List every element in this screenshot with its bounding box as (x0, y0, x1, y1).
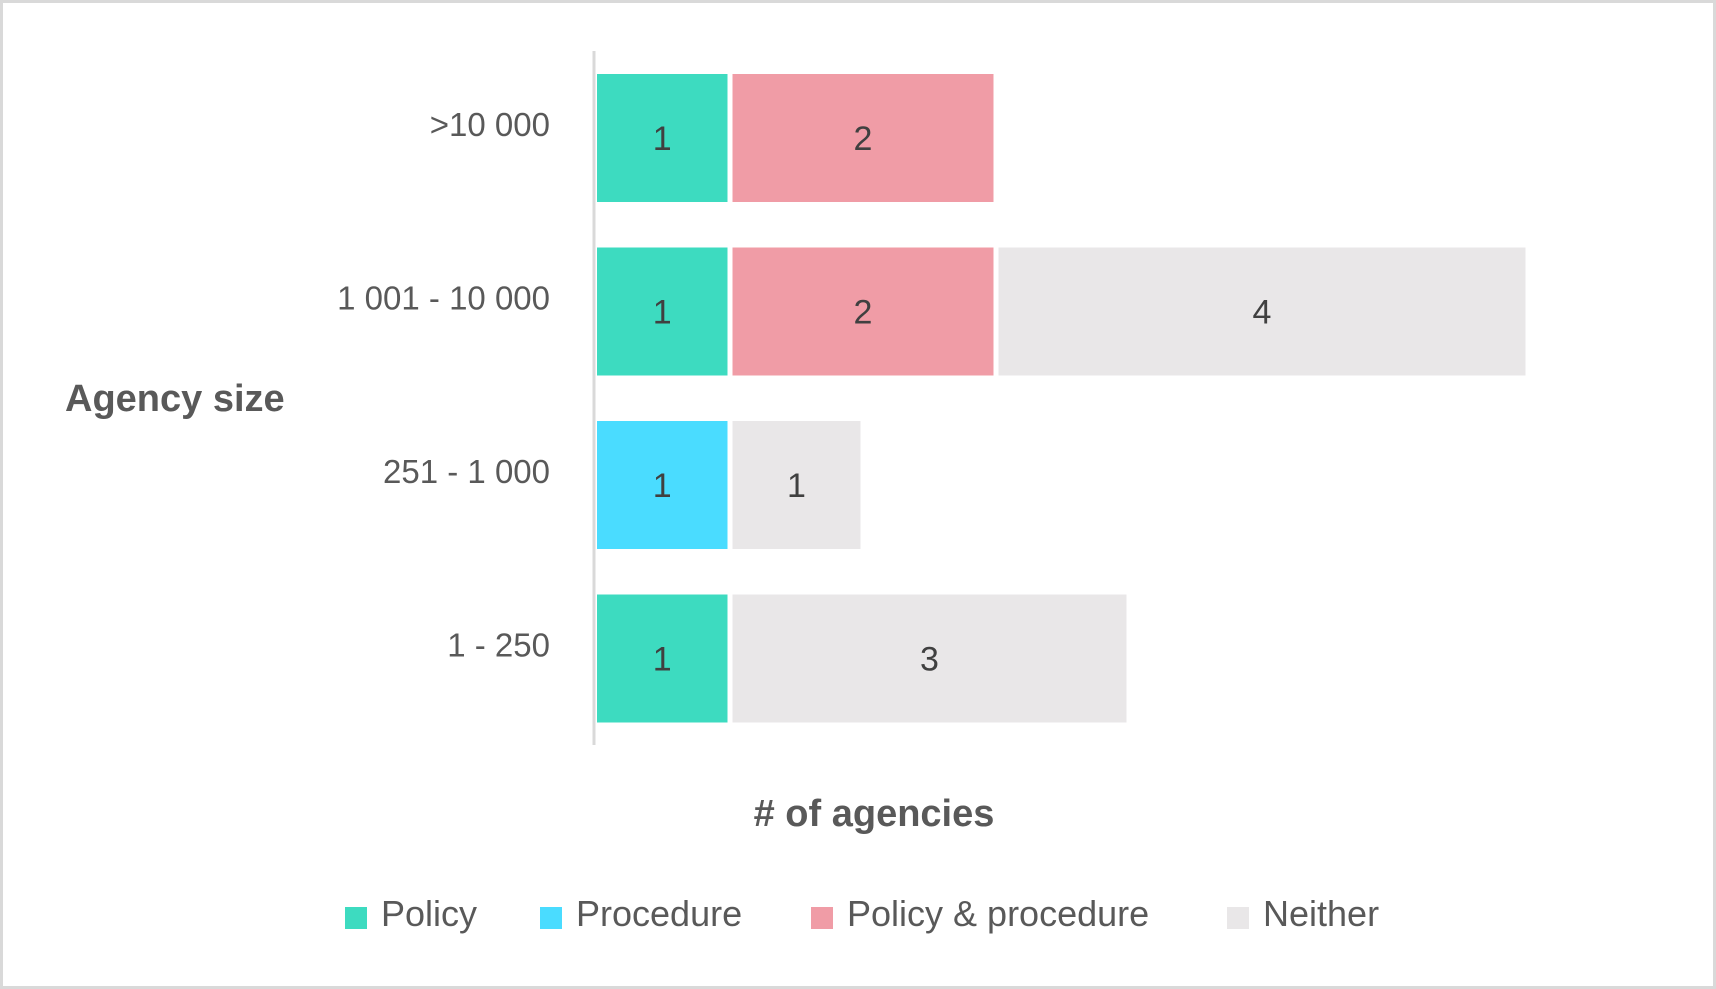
legend-swatch (540, 907, 562, 929)
legend-swatch (1227, 907, 1249, 929)
bar-value-label: 1 (653, 467, 672, 505)
bar-value-label: 1 (653, 641, 672, 679)
legend-label: Procedure (576, 893, 742, 934)
legend-item: Neither (1227, 893, 1379, 934)
legend-label: Policy & procedure (847, 893, 1149, 934)
legend-item: Policy & procedure (811, 893, 1149, 934)
x-axis-title: # of agencies (754, 793, 995, 835)
legend-swatch (811, 907, 833, 929)
category-label: 1 - 250 (447, 627, 550, 664)
bars: 1 2 1 2 4 1 1 1 3 (597, 74, 1526, 723)
bar-value-label: 4 (1253, 294, 1272, 332)
legend-swatch (345, 907, 367, 929)
category-label: >10 000 (430, 106, 550, 143)
legend-item: Policy (345, 893, 477, 934)
y-axis-title: Agency size (65, 378, 285, 420)
bar-value-label: 2 (854, 294, 873, 332)
bar-value-label: 1 (787, 467, 806, 505)
legend-label: Policy (381, 893, 477, 934)
legend-item: Procedure (540, 893, 742, 934)
category-label: 251 - 1 000 (383, 453, 550, 490)
legend: Policy Procedure Policy & procedure Neither (345, 893, 1379, 934)
bar-value-label: 3 (920, 641, 939, 679)
category-label: 1 001 - 10 000 (337, 280, 550, 317)
legend-label: Neither (1263, 893, 1379, 934)
bar-value-label: 2 (854, 120, 873, 158)
bar-value-label: 1 (653, 120, 672, 158)
bar-value-label: 1 (653, 294, 672, 332)
category-labels: >10 000 1 001 - 10 000 251 - 1 000 1 - 250 (337, 106, 550, 664)
stacked-bar-chart: >10 0001 001 - 10 000251 - 1 0001 - 250 … (65, 51, 1526, 934)
